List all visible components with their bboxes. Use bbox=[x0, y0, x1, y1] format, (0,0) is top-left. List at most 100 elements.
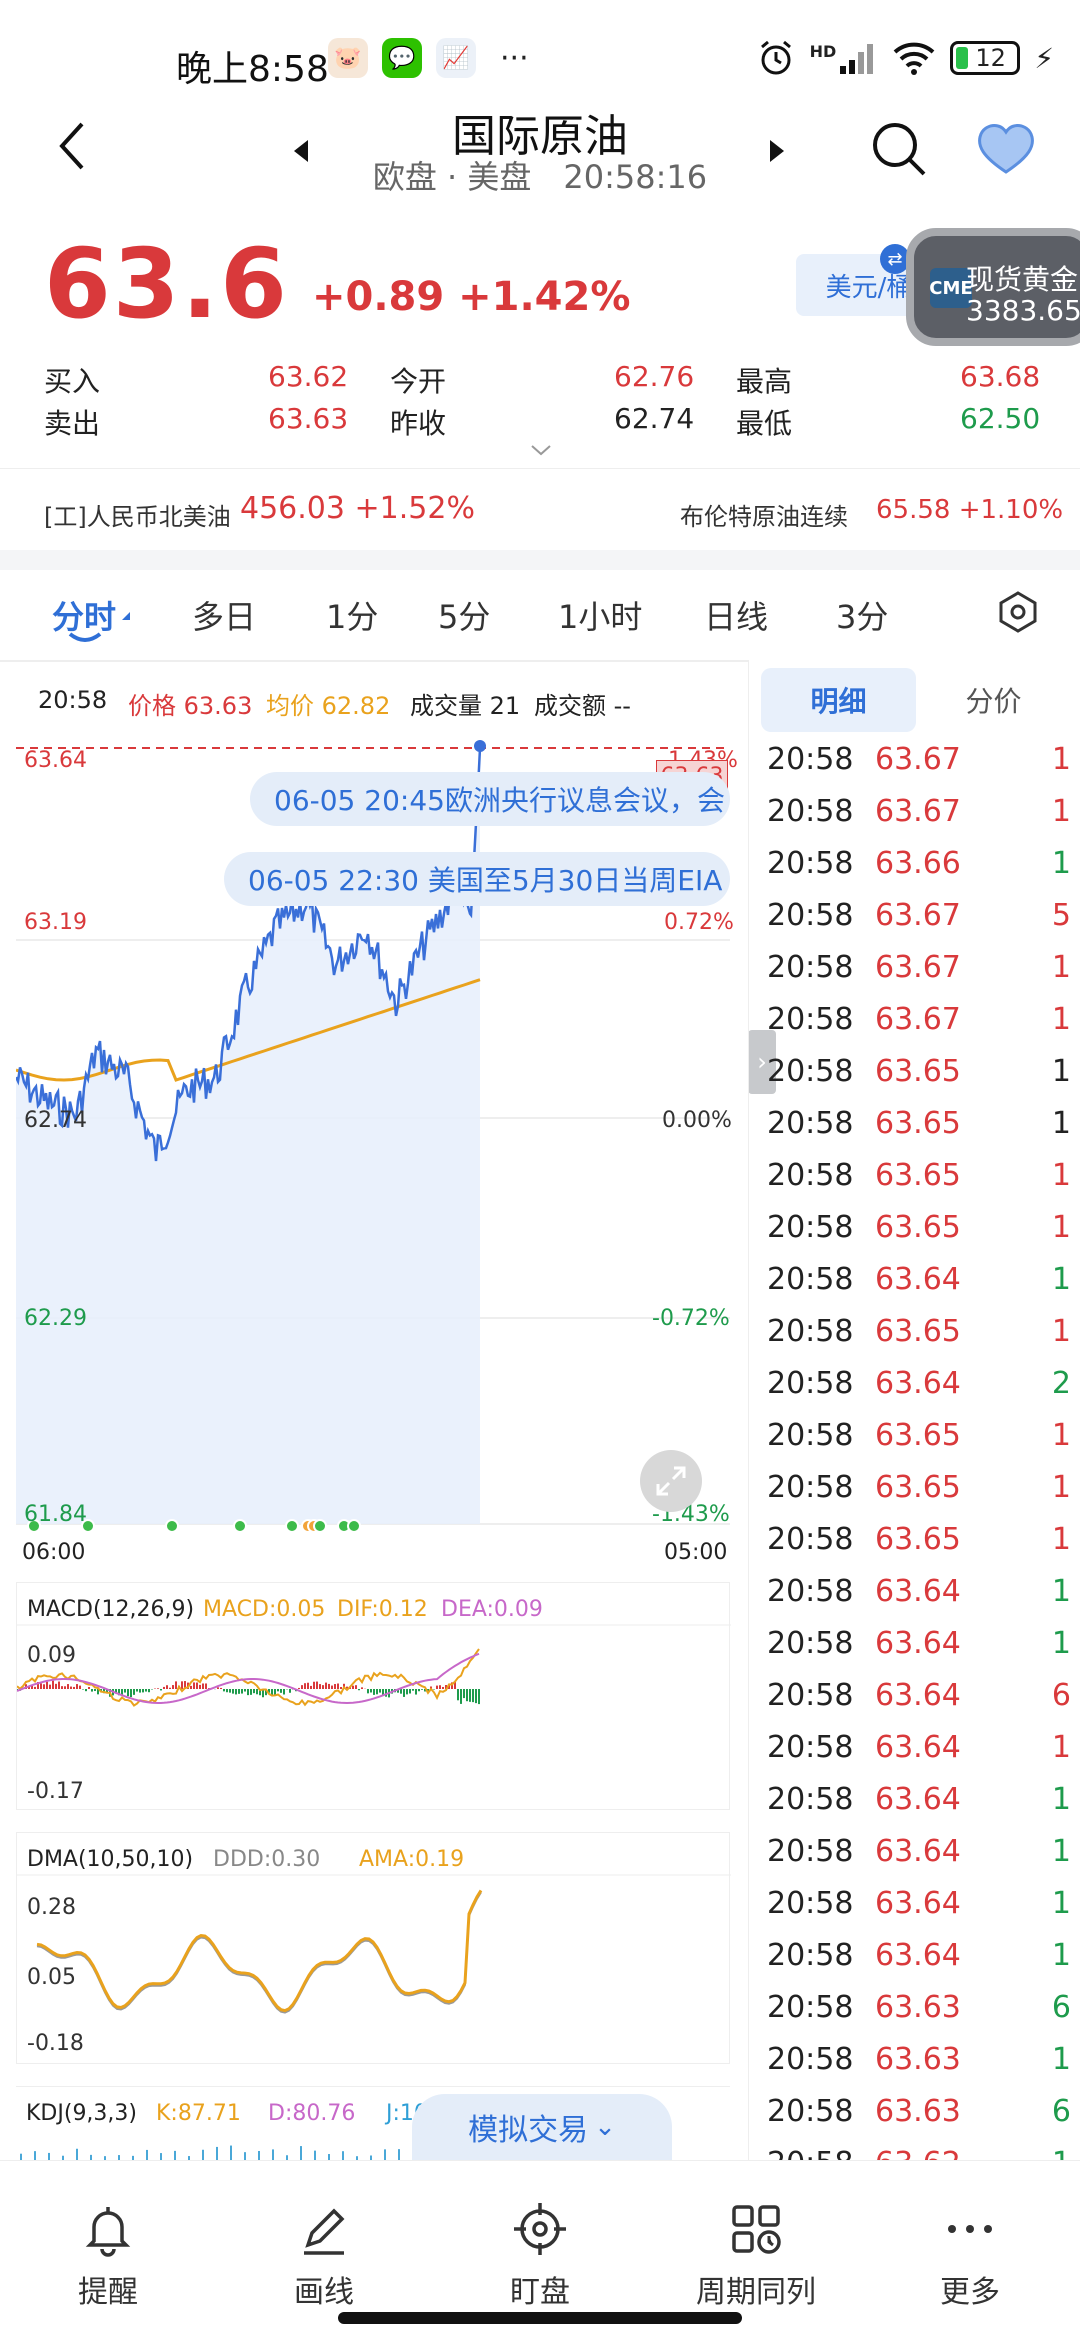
ddd-value: DDD:0.30 bbox=[213, 1847, 321, 1872]
gold-floating-card[interactable]: CME 现货黄金 3383.65 bbox=[906, 228, 1080, 346]
trade-volume: 1 bbox=[1051, 1834, 1071, 1869]
kdj-title: KDJ(9,3,3) bbox=[26, 2101, 137, 2126]
nav-watch-label: 盯盘 bbox=[510, 2275, 570, 2310]
trade-volume: 1 bbox=[1051, 1002, 1071, 1037]
tab-price-distribution[interactable]: 分价 bbox=[916, 668, 1071, 732]
trade-volume: 1 bbox=[1051, 1418, 1071, 1453]
trade-row: 20:58 63.65 1 bbox=[749, 1106, 1080, 1158]
trade-row: 20:58 63.64 6 bbox=[749, 1678, 1080, 1730]
status-right: HD 12 ⚡ bbox=[756, 38, 1054, 78]
trade-row: 20:58 63.65 1 bbox=[749, 1314, 1080, 1366]
trade-volume: 1 bbox=[1051, 1262, 1071, 1297]
kdj-d: D:80.76 bbox=[268, 2101, 356, 2126]
trade-time: 20:58 bbox=[767, 950, 854, 985]
simulated-trade-button[interactable]: 模拟交易 ⌄ bbox=[412, 2094, 672, 2160]
status-more-icon: ··· bbox=[500, 40, 529, 76]
home-indicator[interactable] bbox=[338, 2312, 742, 2324]
bell-icon bbox=[85, 2207, 131, 2257]
trade-volume: 2 bbox=[1051, 1366, 1071, 1401]
gold-value: 3383.65 bbox=[966, 294, 1080, 327]
tab-5min[interactable]: 5分 bbox=[438, 592, 490, 638]
y-label-mid: 62.74 bbox=[24, 1108, 87, 1133]
trade-time: 20:58 bbox=[767, 1418, 854, 1453]
trade-row: 20:58 63.64 1 bbox=[749, 1938, 1080, 1990]
high-value: 63.68 bbox=[960, 360, 1041, 393]
macd-title: MACD(12,26,9) bbox=[27, 1597, 195, 1622]
trade-volume: 1 bbox=[1051, 794, 1071, 829]
last-price: 63.6 bbox=[44, 228, 289, 340]
event-dot[interactable] bbox=[233, 1519, 247, 1533]
related-right-name[interactable]: 布伦特原油连续 bbox=[680, 497, 848, 532]
favorite-heart-icon[interactable] bbox=[976, 122, 1036, 176]
divider bbox=[0, 660, 748, 662]
sell-label: 卖出 bbox=[44, 407, 101, 440]
charging-icon: ⚡ bbox=[1034, 41, 1054, 75]
trade-row: 20:58 63.64 1 bbox=[749, 1886, 1080, 1938]
nav-more[interactable]: 更多 bbox=[880, 2201, 1060, 2311]
trade-volume: 6 bbox=[1051, 1990, 1071, 2025]
trade-row: 20:58 63.64 1 bbox=[749, 1574, 1080, 1626]
pen-icon bbox=[304, 2208, 345, 2255]
event-banner-1[interactable]: 06-05 20:45欧洲央行议息会议，会 bbox=[250, 772, 730, 826]
tab-1hour[interactable]: 1小时 bbox=[558, 592, 642, 638]
trade-row: 20:58 63.62 1 bbox=[749, 2146, 1080, 2160]
tab-underline bbox=[68, 632, 102, 642]
event-dot[interactable] bbox=[347, 1519, 361, 1533]
tab-3min[interactable]: 3分 bbox=[836, 592, 888, 638]
divider bbox=[0, 550, 1080, 570]
event-dot[interactable] bbox=[165, 1519, 179, 1533]
next-instrument-icon[interactable] bbox=[768, 138, 786, 164]
trade-volume: 1 bbox=[1051, 1106, 1071, 1141]
nav-draw[interactable]: 画线 bbox=[234, 2201, 414, 2311]
trade-price: 63.65 bbox=[875, 1054, 961, 1089]
tab-1min[interactable]: 1分 bbox=[326, 592, 378, 638]
trade-time: 20:58 bbox=[767, 1730, 854, 1765]
tab-detail[interactable]: 明细 bbox=[761, 668, 916, 732]
wifi-icon bbox=[893, 42, 935, 75]
related-left-value[interactable]: 456.03 +1.52% bbox=[240, 491, 475, 526]
dea-value: DEA:0.09 bbox=[441, 1597, 543, 1622]
chart-settings-icon[interactable] bbox=[996, 590, 1040, 634]
related-right-value[interactable]: 65.58 +1.10% bbox=[876, 495, 1063, 525]
expand-chevron-icon[interactable] bbox=[530, 444, 552, 456]
trade-volume: 1 bbox=[1051, 1158, 1071, 1193]
kdj-k: K:87.71 bbox=[156, 2101, 241, 2126]
info-volume: 成交量 21 bbox=[410, 692, 521, 720]
trade-time: 20:58 bbox=[767, 846, 854, 881]
trade-volume: 6 bbox=[1051, 2094, 1071, 2129]
header: 国际原油 欧盘 · 美盘 20:58:16 bbox=[0, 100, 1080, 210]
fullscreen-button[interactable] bbox=[640, 1450, 702, 1512]
trade-time: 20:58 bbox=[767, 1054, 854, 1089]
trade-time: 20:58 bbox=[767, 1314, 854, 1349]
y-label-4: 62.29 bbox=[24, 1306, 87, 1331]
trade-volume: 1 bbox=[1051, 1626, 1071, 1661]
related-left-name[interactable]: [工]人民币北美油 bbox=[44, 497, 231, 532]
info-time: 20:58 bbox=[38, 686, 108, 714]
grid-icon bbox=[732, 2205, 781, 2254]
trade-time: 20:58 bbox=[767, 1782, 854, 1817]
trade-time: 20:58 bbox=[767, 898, 854, 933]
status-time: 晚上8:58 bbox=[176, 49, 329, 90]
y-label-top: 63.64 bbox=[24, 748, 87, 773]
nav-alert[interactable]: 提醒 bbox=[18, 2201, 198, 2311]
macd-panel: MACD(12,26,9) MACD:0.05 DIF:0.12 DEA:0.0… bbox=[16, 1582, 731, 1810]
event-dot[interactable] bbox=[285, 1519, 299, 1533]
trade-volume: 1 bbox=[1051, 1210, 1071, 1245]
event-banner-2[interactable]: 06-05 22:30 美国至5月30日当周EIA bbox=[224, 852, 730, 906]
nav-period-compare[interactable]: 周期同列 bbox=[666, 2201, 846, 2311]
trade-row: 20:58 63.65 1 bbox=[749, 1522, 1080, 1574]
prev-close-label: 昨收 bbox=[390, 407, 447, 440]
event-dot[interactable] bbox=[313, 1519, 327, 1533]
trade-row: 20:58 63.63 1 bbox=[749, 2042, 1080, 2094]
dif-value: DIF:0.12 bbox=[337, 1597, 428, 1622]
nav-watch[interactable]: 盯盘 bbox=[450, 2201, 630, 2311]
tab-daily[interactable]: 日线 bbox=[704, 592, 768, 638]
dma-panel: DMA(10,50,10) DDD:0.30 AMA:0.19 0.28 0.0… bbox=[16, 1832, 731, 2064]
fullscreen-icon bbox=[656, 1466, 686, 1496]
tab-multiday[interactable]: 多日 bbox=[192, 592, 256, 638]
trade-row: 20:58 63.63 6 bbox=[749, 1990, 1080, 2042]
trading-app-icon: 📈 bbox=[436, 38, 476, 78]
trade-time: 20:58 bbox=[767, 794, 854, 829]
search-icon[interactable] bbox=[870, 120, 928, 178]
chevron-down-icon: ⌄ bbox=[594, 2112, 616, 2142]
